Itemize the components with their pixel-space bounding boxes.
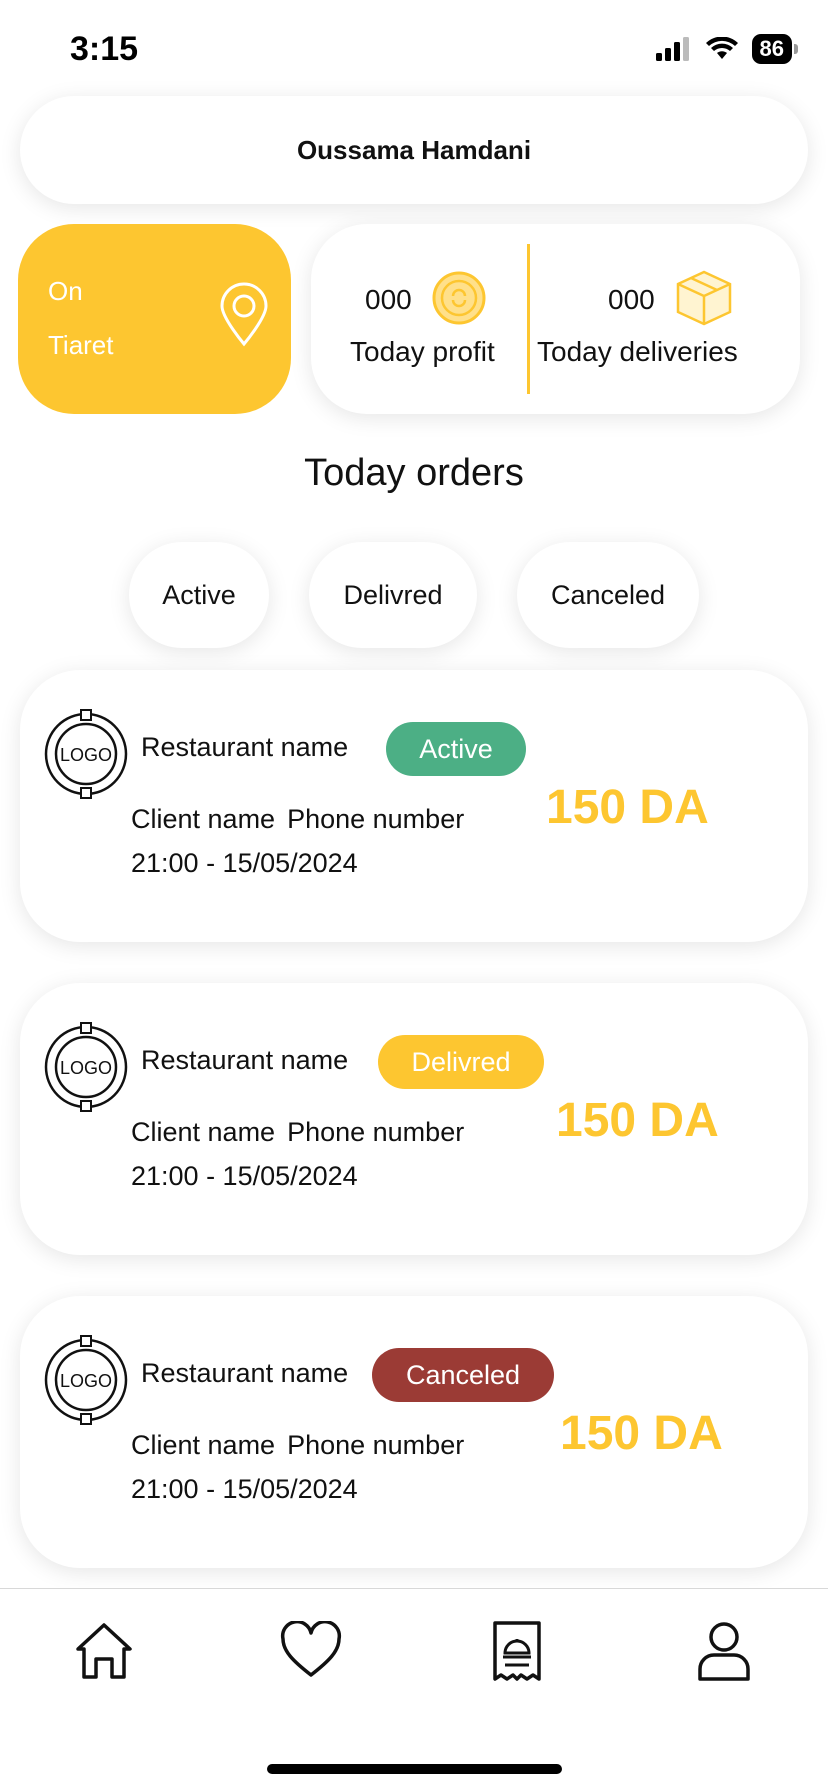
order-price: 150 DA bbox=[560, 1407, 723, 1460]
restaurant-name: Restaurant name bbox=[141, 1358, 349, 1388]
order-card[interactable]: LOGO Restaurant name Delivred Client nam… bbox=[20, 983, 808, 1255]
section-title: Today orders bbox=[304, 452, 524, 494]
stats-card: 000 Today profit 000 Today deliveries bbox=[311, 224, 800, 414]
client-info: Client name Phone number bbox=[131, 804, 464, 835]
client-name: Client name bbox=[131, 1117, 276, 1147]
filter-tab-canceled[interactable]: Canceled bbox=[517, 542, 699, 648]
restaurant-logo-icon: LOGO bbox=[44, 709, 128, 799]
restaurant-logo-icon: LOGO bbox=[44, 1022, 128, 1112]
client-info: Client name Phone number bbox=[131, 1117, 464, 1148]
nav-orders[interactable] bbox=[477, 1611, 557, 1691]
orders-receipt-icon bbox=[493, 1621, 541, 1681]
status-bar: 3:15 86 bbox=[0, 0, 828, 96]
client-name: Client name bbox=[131, 804, 276, 834]
user-name: Oussama Hamdani bbox=[296, 134, 532, 165]
order-card[interactable]: LOGO Restaurant name Canceled Client nam… bbox=[20, 1296, 808, 1568]
order-price: 150 DA bbox=[556, 1094, 719, 1147]
nav-profile[interactable] bbox=[684, 1611, 764, 1691]
home-icon bbox=[76, 1623, 132, 1679]
order-datetime: 21:00 - 15/05/2024 bbox=[131, 1161, 358, 1191]
restaurant-logo-icon: LOGO bbox=[44, 1335, 128, 1425]
nav-favorites[interactable] bbox=[271, 1611, 351, 1691]
status-badge: Delivred bbox=[378, 1035, 544, 1089]
profile-icon bbox=[698, 1622, 750, 1681]
location-status-label: On bbox=[48, 276, 83, 306]
client-info: Client name Phone number bbox=[131, 1430, 464, 1461]
profit-stat: 000 Today profit bbox=[311, 224, 527, 414]
restaurant-name: Restaurant name bbox=[141, 1045, 349, 1075]
client-phone: Phone number bbox=[287, 1117, 465, 1147]
user-header-card[interactable]: Oussama Hamdani bbox=[20, 96, 808, 204]
logo-text: LOGO bbox=[60, 1371, 112, 1391]
location-city-label: Tiaret bbox=[48, 330, 114, 360]
location-card[interactable]: On Tiaret bbox=[18, 224, 291, 414]
deliveries-value: 000 bbox=[608, 284, 655, 315]
restaurant-name: Restaurant name bbox=[141, 732, 349, 762]
client-name: Client name bbox=[131, 1430, 276, 1460]
status-icons: 86 bbox=[655, 34, 799, 64]
deliveries-label: Today deliveries bbox=[537, 336, 738, 367]
battery-indicator: 86 bbox=[751, 34, 799, 64]
wifi-icon bbox=[705, 37, 738, 59]
bottom-nav bbox=[0, 1588, 828, 1792]
logo-text: LOGO bbox=[60, 1058, 112, 1078]
status-badge: Canceled bbox=[372, 1348, 554, 1402]
status-time: 3:15 bbox=[70, 30, 139, 68]
order-datetime: 21:00 - 15/05/2024 bbox=[131, 1474, 358, 1504]
client-phone: Phone number bbox=[287, 804, 465, 834]
filter-tab-active[interactable]: Active bbox=[129, 542, 269, 648]
status-badge: Active bbox=[386, 722, 526, 776]
coin-icon bbox=[432, 271, 486, 325]
order-card[interactable]: LOGO Restaurant name Active Client name P… bbox=[20, 670, 808, 942]
nav-home[interactable] bbox=[64, 1611, 144, 1691]
signal-icon bbox=[655, 37, 689, 61]
home-indicator[interactable] bbox=[267, 1764, 562, 1774]
heart-icon bbox=[280, 1621, 342, 1677]
map-pin-icon bbox=[220, 282, 268, 347]
profit-label: Today profit bbox=[350, 336, 495, 367]
box-icon bbox=[676, 270, 732, 326]
order-price: 150 DA bbox=[546, 781, 709, 834]
order-datetime: 21:00 - 15/05/2024 bbox=[131, 848, 358, 878]
deliveries-stat: 000 Today deliveries bbox=[530, 224, 800, 414]
profit-value: 000 bbox=[365, 284, 412, 315]
client-phone: Phone number bbox=[287, 1430, 465, 1460]
filter-tab-delivred[interactable]: Delivred bbox=[309, 542, 477, 648]
logo-text: LOGO bbox=[60, 745, 112, 765]
